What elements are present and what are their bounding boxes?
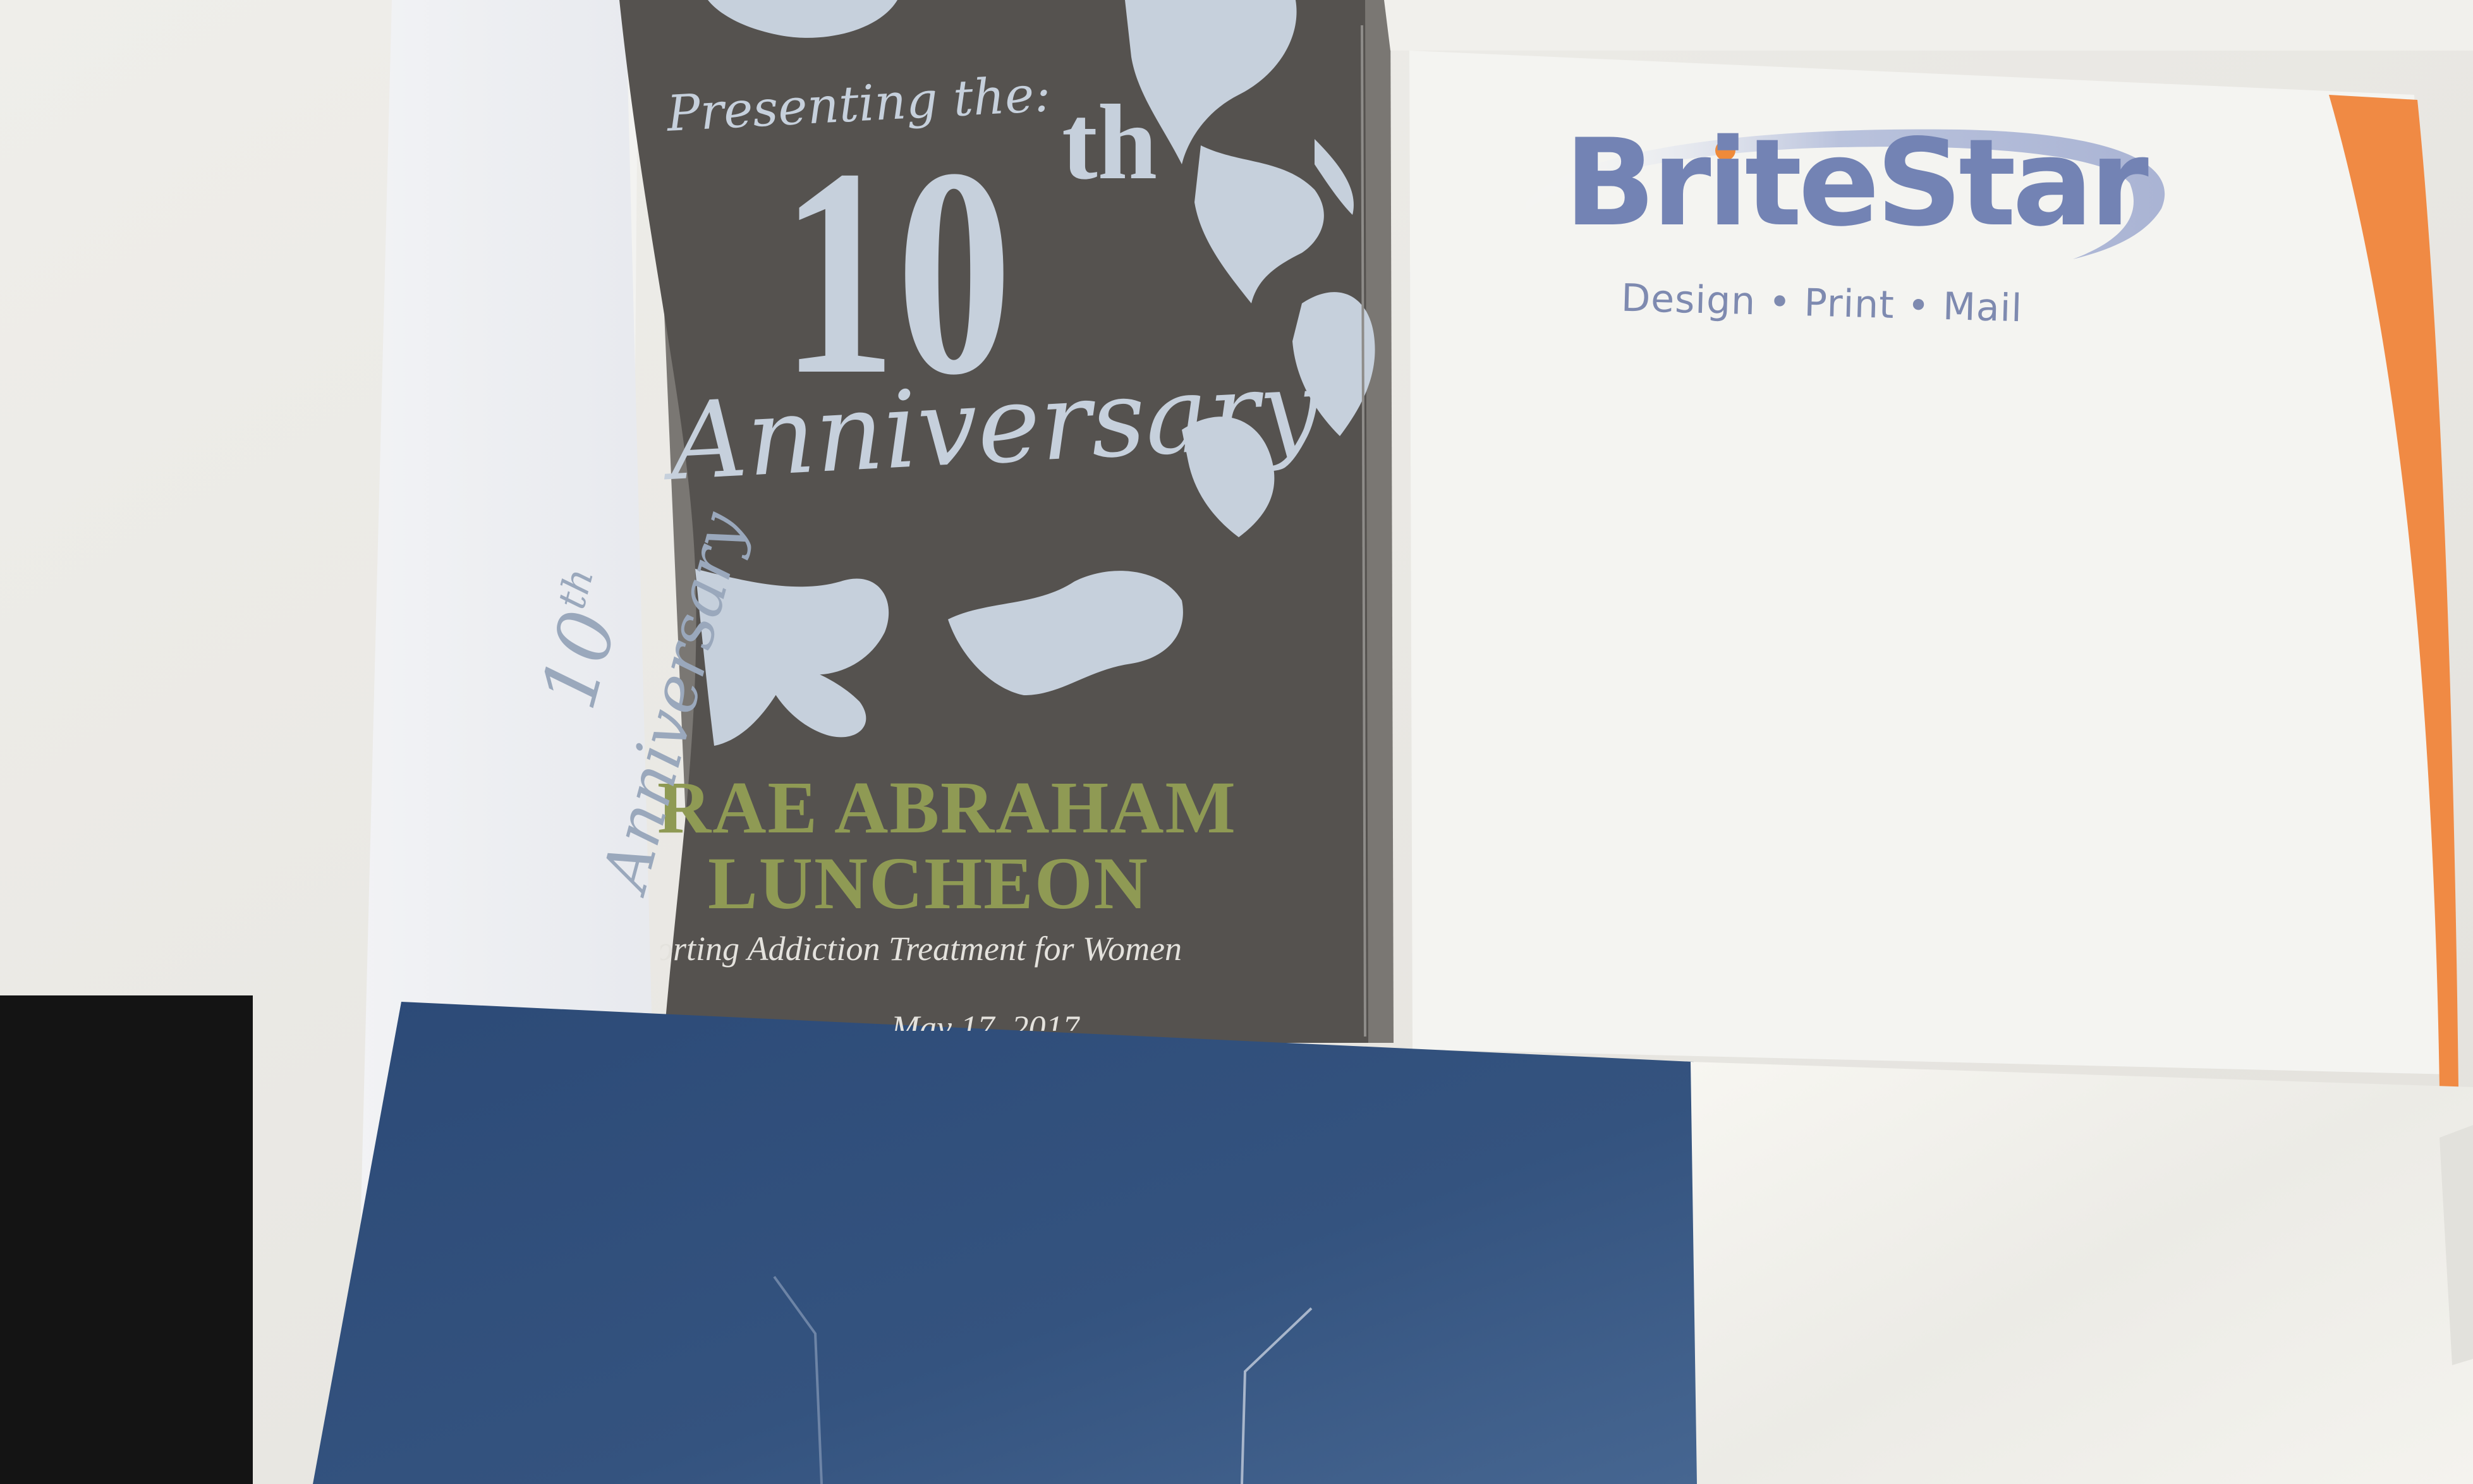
- black-card: [0, 995, 253, 1484]
- envelope-number: 10th: [525, 563, 635, 718]
- brand-star: Star: [1876, 113, 2149, 253]
- brand-brite: Brite: [1564, 113, 1880, 253]
- luncheon-title-line1: RAE ABRAHAM: [657, 766, 1237, 849]
- luncheon-title-line2: LUNCHEON: [708, 842, 1149, 925]
- top-white-sheet: [1384, 0, 2473, 51]
- luncheon-subtitle: Supporting Addiction Treatment for Women: [588, 930, 1182, 968]
- anniversary-ordinal: th: [1062, 83, 1158, 202]
- envelope-emblem: 10th Anniversary: [499, 505, 759, 897]
- britestar-logo: BriteStar: [1564, 123, 2149, 243]
- glossy-folder: [1691, 1062, 2473, 1484]
- navy-folder: [313, 1002, 1700, 1484]
